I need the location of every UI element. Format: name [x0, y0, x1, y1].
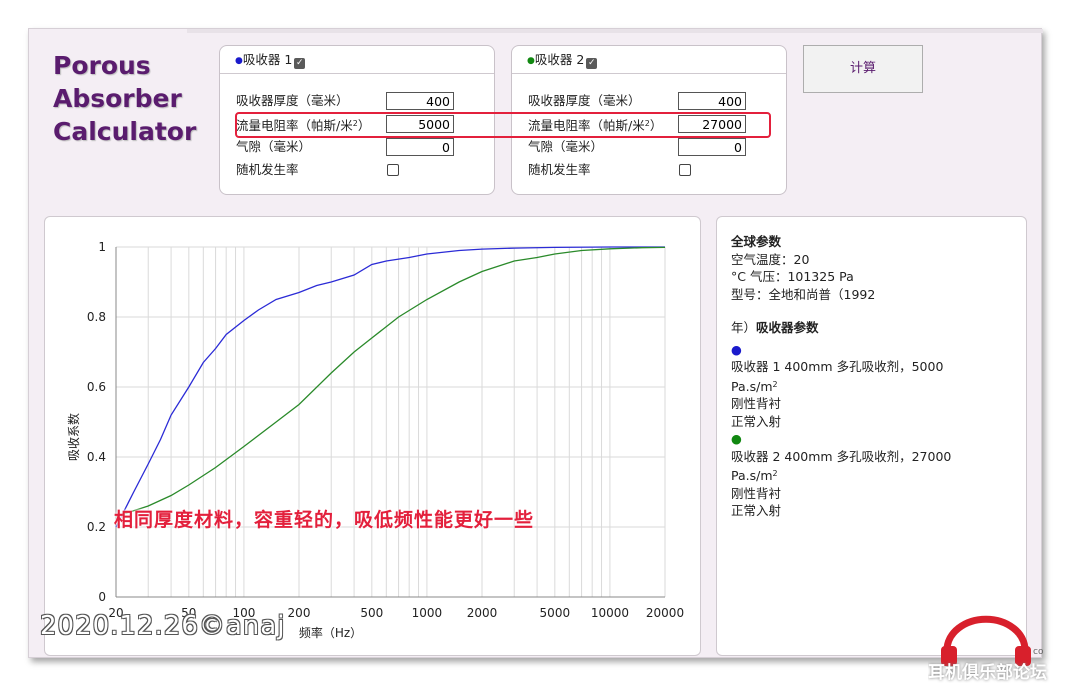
absorber-1-enable-checkbox[interactable]: ✓: [294, 58, 306, 69]
absorber-2-thickness-input[interactable]: [678, 92, 746, 110]
watermark-text: 2020.12.26©anaj: [40, 611, 286, 641]
absorber-2-gap-input[interactable]: [678, 138, 746, 156]
absorber-1-thickness-input[interactable]: [386, 92, 454, 110]
absorber-2-random-checkbox[interactable]: [679, 164, 691, 176]
x-tick-label: 10000: [591, 606, 629, 620]
absorber-1-thickness-label: 吸收器厚度（毫米）: [236, 93, 349, 108]
x-tick-label: 2000: [467, 606, 498, 620]
absorber-2-title: 吸收器 2: [534, 52, 585, 67]
absorber-1-info-line: 吸收器 1 400mm 多孔吸收剂，5000: [731, 359, 944, 374]
air-temp-text: 空气温度：20: [731, 251, 810, 267]
x-axis-label: 频率（Hz）: [299, 625, 362, 640]
chart-panel: 0 0.2 0.4 0.6 0.8 1 20 50 100 200 500 1000 2000 5000 1…: [44, 216, 701, 656]
series-line-2: [115, 246, 666, 518]
absorber-2-info-incidence: 正常入射: [731, 503, 782, 518]
absorber-1-title: 吸收器 1: [242, 52, 293, 67]
logo-line-2: Absorber: [53, 84, 182, 113]
absorber-2-info-dot-icon: ●: [731, 431, 742, 446]
absorber-1-gap-input[interactable]: [386, 138, 454, 156]
top-strip: [187, 29, 1043, 33]
logo-line-3: Calculator: [53, 117, 197, 146]
global-params-title: 全球参数: [731, 234, 782, 249]
absorber-1-gap-label: 气隙（毫米）: [236, 139, 312, 154]
flow-resistivity-highlight: [235, 112, 771, 138]
y-tick-label: 0.4: [87, 450, 106, 464]
absorber-2-thickness-label: 吸收器厚度（毫米）: [528, 93, 641, 108]
y-tick-label: 0.6: [87, 380, 106, 394]
absorber-2-info-unit: Pa.s/m2: [731, 468, 778, 483]
absorber-2-header: ●吸收器 2 ✓: [512, 46, 786, 74]
absorber-1-random-label: 随机发生率: [236, 162, 299, 177]
x-tick-label: 1000: [412, 606, 443, 620]
app-window: Porous Absorber Calculator ●吸收器 1 ✓ 吸收器厚度…: [28, 28, 1043, 658]
x-tick-label: 200: [288, 606, 311, 620]
absorber-params-title: 年）吸收器参数: [731, 320, 819, 335]
y-tick-label: 0.2: [87, 520, 106, 534]
x-tick-label: 20000: [646, 606, 684, 620]
svg-text:co: co: [1033, 647, 1044, 657]
forum-logo-text: 耳机俱乐部论坛: [928, 663, 1047, 683]
x-tick-label: 5000: [540, 606, 571, 620]
x-tick-label: 500: [360, 606, 383, 620]
y-axis-label: 吸收系数: [66, 413, 81, 461]
absorber-1-dot-icon: ●: [235, 56, 243, 66]
absorber-1-header: ●吸收器 1 ✓: [220, 46, 494, 74]
absorber-1-info-incidence: 正常入射: [731, 413, 782, 429]
absorber-2-enable-checkbox[interactable]: ✓: [586, 58, 598, 69]
annotation-text: 相同厚度材料，容重轻的，吸低频性能更好一些: [114, 509, 535, 531]
absorber-1-info-backing: 刚性背衬: [731, 396, 782, 411]
absorber-1-info-dot-icon: ●: [731, 341, 742, 357]
logo-line-1: Porous: [53, 51, 151, 80]
absorber-2-info-backing: 刚性背衬: [731, 485, 782, 501]
absorber-2-random-label: 随机发生率: [528, 162, 591, 177]
pressure-text: °C 气压：101325 Pa: [731, 269, 854, 284]
info-panel: 全球参数 空气温度：20 °C 气压：101325 Pa 型号：全地和尚普（19…: [716, 216, 1027, 656]
y-tick-label: 0.8: [87, 310, 106, 324]
absorber-1-random-checkbox[interactable]: [387, 164, 399, 176]
absorber-2-gap-label: 气隙（毫米）: [528, 139, 604, 154]
absorber-2-dot-icon: ●: [527, 56, 535, 66]
absorber-1-info-unit: Pa.s/m2: [731, 378, 778, 394]
calculate-button[interactable]: 计算: [803, 45, 923, 93]
app-logo: Porous Absorber Calculator: [53, 49, 196, 148]
model-text: 型号：全地和尚普（1992: [731, 286, 876, 302]
absorber-2-info-line: 吸收器 2 400mm 多孔吸收剂，27000: [731, 448, 952, 464]
y-tick-label: 1: [98, 240, 106, 254]
y-tick-label: 0: [98, 590, 106, 604]
absorption-chart: 00.20.40.60.8120 50 100 200 500 1000 2000 5000 1…: [66, 240, 684, 640]
